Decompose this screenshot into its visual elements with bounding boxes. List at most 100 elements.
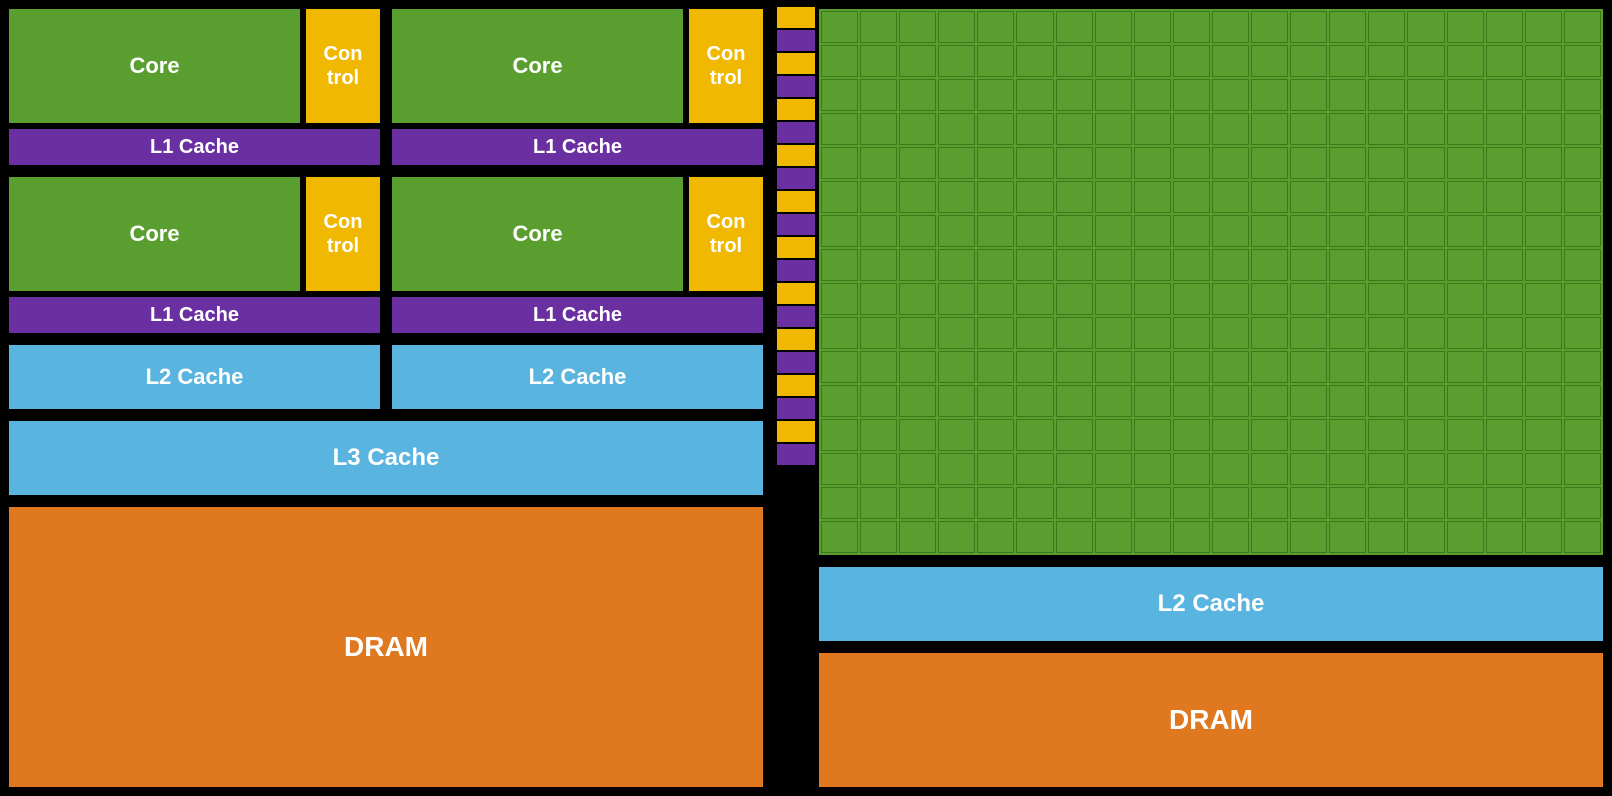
gpu-core-cell	[938, 181, 975, 213]
l1-label-2-1: L1 Cache	[150, 304, 239, 327]
gpu-core-cell	[899, 181, 936, 213]
gpu-core-cell	[977, 453, 1014, 485]
core-block-2-1: Core	[6, 174, 303, 294]
stripe-segment	[776, 29, 816, 52]
gpu-core-cell	[977, 351, 1014, 383]
gpu-core-cell	[938, 453, 975, 485]
gpu-core-cell	[938, 11, 975, 43]
gpu-core-cell	[1134, 521, 1171, 553]
gpu-core-cell	[1016, 215, 1053, 247]
gpu-core-cell	[977, 521, 1014, 553]
gpu-core-cell	[977, 215, 1014, 247]
gpu-core-cell	[1173, 249, 1210, 281]
gpu-core-cell	[1486, 147, 1523, 179]
gpu-core-cell	[1447, 453, 1484, 485]
gpu-core-cell	[899, 453, 936, 485]
gpu-core-cell	[1056, 317, 1093, 349]
gpu-core-cell	[860, 11, 897, 43]
gpu-core-cell	[1134, 351, 1171, 383]
stripe-segment	[776, 190, 816, 213]
gpu-core-cell	[821, 317, 858, 349]
gpu-core-cell	[821, 181, 858, 213]
gpu-core-cell	[1407, 317, 1444, 349]
gpu-core-cell	[1251, 521, 1288, 553]
gpu-core-cell	[860, 147, 897, 179]
gpu-core-cell	[1525, 249, 1562, 281]
gpu-core-cell	[821, 419, 858, 451]
gpu-core-cell	[1056, 283, 1093, 315]
gpu-core-cell	[1134, 283, 1171, 315]
gpu-core-cell	[1447, 317, 1484, 349]
gpu-core-cell	[1564, 351, 1601, 383]
gpu-core-cell	[1173, 79, 1210, 111]
gpu-core-cell	[1290, 317, 1327, 349]
gpu-core-cell	[1368, 351, 1405, 383]
l3-label: L3 Cache	[333, 444, 440, 472]
gpu-core-cell	[899, 283, 936, 315]
stripe-segment	[776, 259, 816, 282]
gpu-core-cell	[1407, 453, 1444, 485]
gpu-core-cell	[938, 215, 975, 247]
gpu-core-cell	[1368, 453, 1405, 485]
gpu-core-cell	[1251, 453, 1288, 485]
gpu-core-cell	[1329, 521, 1366, 553]
core-group-1-2: Core Control L1 Cache	[389, 6, 766, 168]
gpu-core-cell	[1407, 11, 1444, 43]
gpu-core-cell	[1212, 317, 1249, 349]
gpu-core-cell	[1525, 385, 1562, 417]
gpu-core-cell	[1486, 113, 1523, 145]
gpu-core-cell	[1173, 419, 1210, 451]
gpu-core-cell	[860, 317, 897, 349]
gpu-core-cell	[1212, 113, 1249, 145]
gpu-core-cell	[1212, 487, 1249, 519]
core-and-control-2-1: Core Control	[6, 174, 383, 294]
stripe-segment	[776, 420, 816, 443]
gpu-core-cell	[1564, 11, 1601, 43]
gpu-core-cell	[1251, 147, 1288, 179]
gpu-core-cell	[977, 283, 1014, 315]
core-group-1-1: Core Control L1 Cache	[6, 6, 383, 168]
gpu-core-cell	[977, 147, 1014, 179]
gpu-core-cell	[1486, 317, 1523, 349]
gpu-core-cell	[1290, 113, 1327, 145]
gpu-core-cell	[1486, 249, 1523, 281]
gpu-core-cell	[1290, 385, 1327, 417]
gpu-core-cell	[977, 181, 1014, 213]
gpu-core-cell	[1251, 283, 1288, 315]
gpu-core-cell	[1251, 351, 1288, 383]
gpu-core-cell	[1095, 283, 1132, 315]
gpu-core-cell	[1212, 419, 1249, 451]
gpu-core-cell	[1447, 215, 1484, 247]
core-and-control-2-2: Core Control	[389, 174, 766, 294]
stripe-segment	[776, 305, 816, 328]
gpu-core-cell	[860, 215, 897, 247]
gpu-core-cell	[1212, 45, 1249, 77]
gpu-core-cell	[1212, 283, 1249, 315]
gpu-dram: DRAM	[816, 650, 1606, 790]
gpu-l2-cache: L2 Cache	[816, 564, 1606, 644]
gpu-core-cell	[1329, 487, 1366, 519]
gpu-core-cell	[821, 521, 858, 553]
stripe-segment	[776, 213, 816, 236]
gpu-core-cell	[1173, 385, 1210, 417]
gpu-core-cell	[1564, 249, 1601, 281]
gpu-content: L2 Cache DRAM	[816, 6, 1606, 790]
gpu-core-cell	[1173, 113, 1210, 145]
gpu-core-cell	[1173, 147, 1210, 179]
gpu-core-cell	[821, 249, 858, 281]
gpu-core-cell	[1290, 351, 1327, 383]
gpu-core-cell	[1251, 385, 1288, 417]
gpu-core-cell	[1056, 351, 1093, 383]
gpu-core-cell	[1016, 351, 1053, 383]
gpu-core-cell	[977, 79, 1014, 111]
gpu-core-cell	[1173, 317, 1210, 349]
gpu-core-cell	[1290, 419, 1327, 451]
l2-label-left: L2 Cache	[146, 364, 244, 390]
gpu-core-cell	[1368, 283, 1405, 315]
gpu-core-cell	[1016, 147, 1053, 179]
core-block-1-1: Core	[6, 6, 303, 126]
gpu-core-cell	[1329, 45, 1366, 77]
gpu-core-cell	[860, 79, 897, 111]
gpu-core-cell	[1486, 351, 1523, 383]
gpu-core-cell	[1134, 453, 1171, 485]
